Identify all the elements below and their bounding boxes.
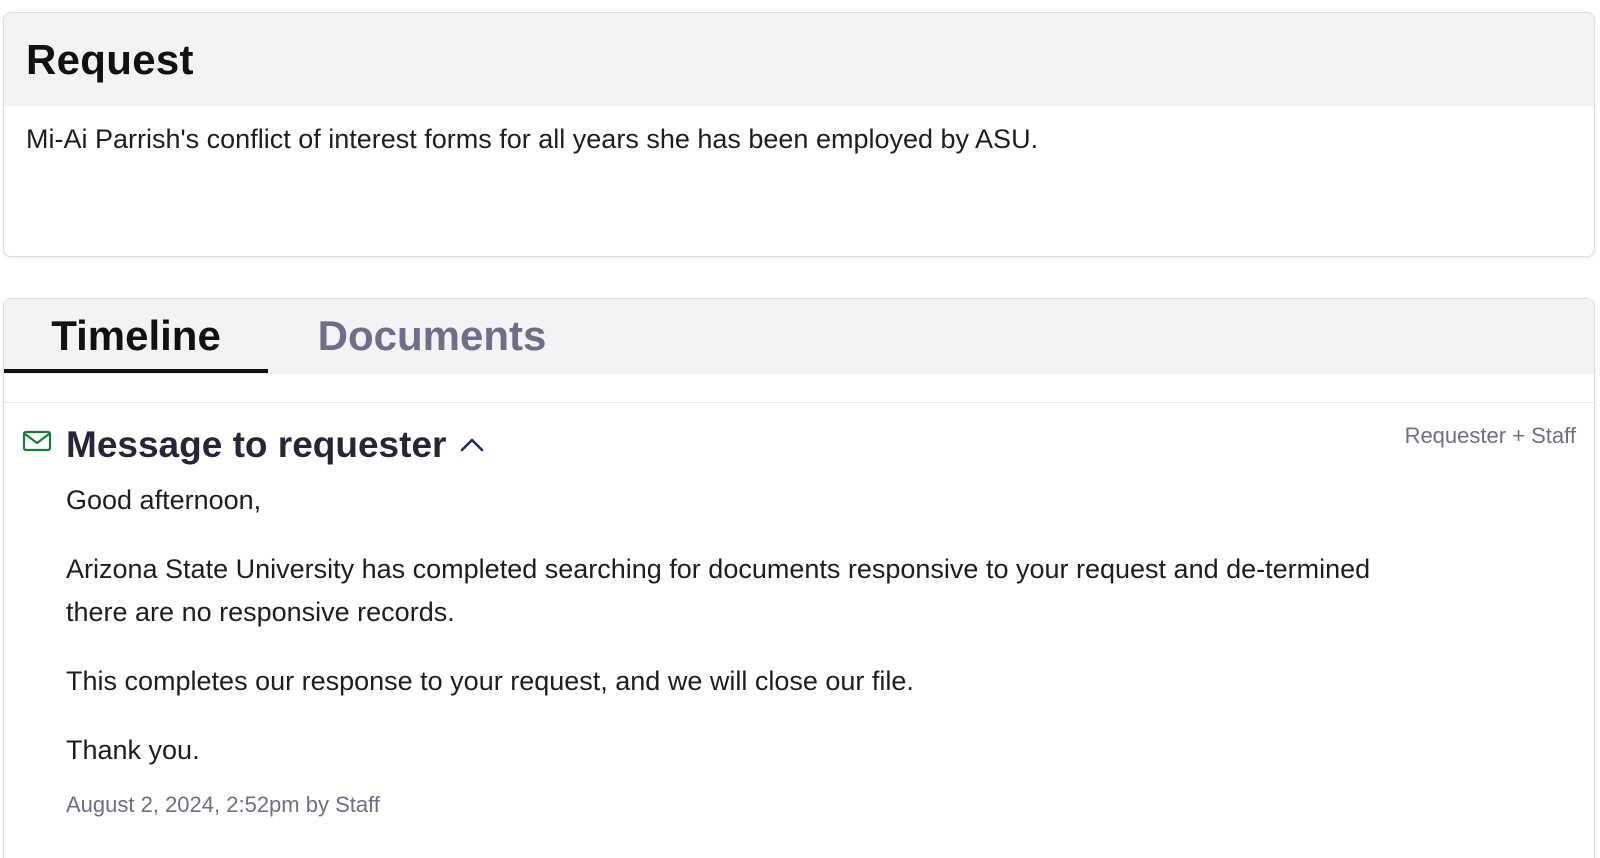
timeline-entry: Message to requester Requester + Staff G… bbox=[4, 403, 1594, 818]
chevron-up-icon[interactable] bbox=[458, 435, 486, 455]
tab-divider bbox=[4, 374, 1594, 403]
tab-timeline[interactable]: Timeline bbox=[4, 299, 268, 373]
entry-header: Message to requester bbox=[66, 423, 1572, 467]
message-paragraph: Arizona State University has completed s… bbox=[66, 554, 1371, 627]
request-text: Mi-Ai Parrish's conflict of interest for… bbox=[26, 124, 1039, 154]
message-paragraph: This completes our response to your requ… bbox=[66, 666, 914, 696]
request-card: Request Mi-Ai Parrish's conflict of inte… bbox=[3, 12, 1595, 257]
timeline-card: Timeline Documents Message to requester … bbox=[3, 298, 1595, 858]
message-body: Good afternoon, Arizona State University… bbox=[66, 479, 1572, 772]
request-header: Request bbox=[4, 13, 1594, 106]
entry-title: Message to requester bbox=[66, 424, 447, 465]
entry-timestamp: August 2, 2024, 2:52pm by Staff bbox=[66, 792, 380, 817]
tab-bar: Timeline Documents bbox=[4, 299, 1594, 374]
visibility-label: Requester + Staff bbox=[1404, 423, 1576, 448]
envelope-icon bbox=[22, 430, 52, 452]
message-paragraph: Thank you. bbox=[66, 735, 200, 765]
tab-documents[interactable]: Documents bbox=[268, 299, 596, 373]
request-title: Request bbox=[26, 35, 194, 83]
message-paragraph: Good afternoon, bbox=[66, 485, 262, 515]
